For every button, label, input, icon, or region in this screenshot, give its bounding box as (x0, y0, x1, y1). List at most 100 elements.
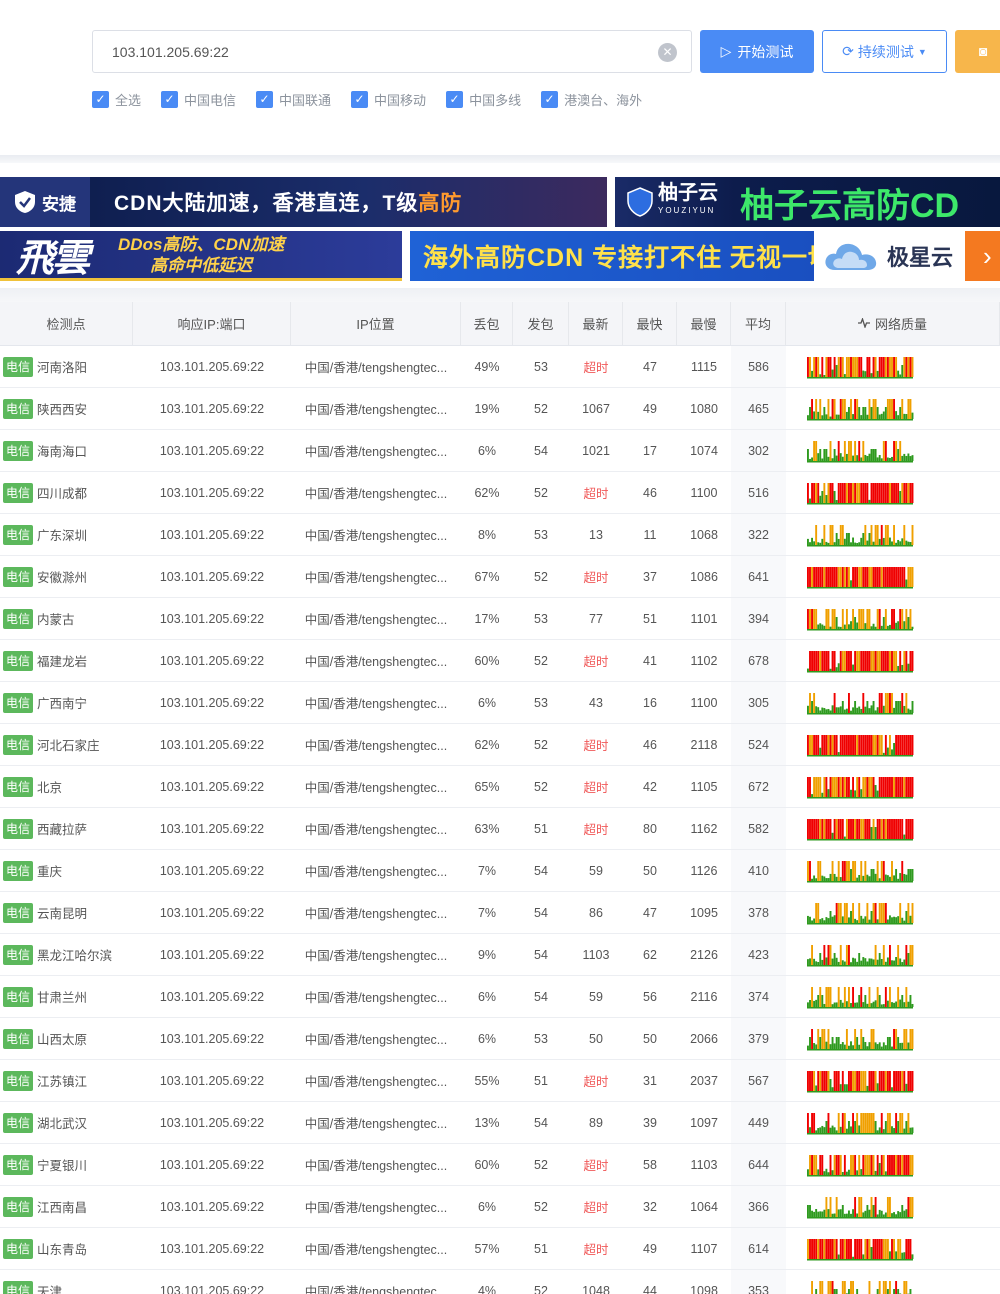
quality-sparkline (807, 944, 914, 966)
table-row[interactable]: 电信 四川成都 103.101.205.69:22 中国/香港/tengshengte… (0, 472, 1000, 514)
cell-latest: 77 (569, 598, 623, 639)
table-row[interactable]: 电信 福建龙岩 103.101.205.69:22 中国/香港/tengshengte… (0, 640, 1000, 682)
filter-multiline[interactable]: ✓ 中国多线 (446, 90, 521, 109)
filter-all[interactable]: ✓ 全选 (92, 90, 141, 109)
quality-bar (856, 1238, 859, 1259)
quality-bar (897, 414, 900, 419)
clear-icon[interactable]: ✕ (658, 43, 677, 62)
header-slowest[interactable]: 最慢 (677, 302, 731, 345)
table-row[interactable]: 电信 陕西西安 103.101.205.69:22 中国/香港/tengshengte… (0, 388, 1000, 430)
table-row[interactable]: 电信 广东深圳 103.101.205.69:22 中国/香港/tengshengte… (0, 514, 1000, 556)
filter-telecom[interactable]: ✓ 中国电信 (161, 90, 236, 109)
quality-bar (841, 860, 844, 881)
quality-bar (819, 542, 822, 545)
quality-bar (884, 692, 887, 713)
cell-sent: 52 (513, 388, 569, 429)
header-ip[interactable]: 响应IP:端口 (133, 302, 291, 345)
filter-mobile[interactable]: ✓ 中国移动 (351, 90, 426, 109)
isp-badge: 电信 (3, 1154, 34, 1175)
quality-bar (899, 608, 902, 629)
header-latest[interactable]: 最新 (569, 302, 623, 345)
table-row[interactable]: 电信 江苏镇江 103.101.205.69:22 中国/香港/tengshengte… (0, 1060, 1000, 1102)
quality-bar (852, 986, 854, 1007)
cell-location-value: 中国/香港/tengshengtec... (304, 571, 448, 585)
quality-bar (878, 1238, 881, 1259)
table-row[interactable]: 电信 内蒙古 103.101.205.69:22 中国/香港/tengshengtec… (0, 598, 1000, 640)
cell-location-value: 中国/香港/tengshengtec... (304, 1243, 448, 1257)
filter-unicom[interactable]: ✓ 中国联通 (256, 90, 331, 109)
table-row[interactable]: 电信 山西太原 103.101.205.69:22 中国/香港/tengshengte… (0, 1018, 1000, 1060)
quality-bar (815, 1129, 818, 1133)
checkbox-icon[interactable]: ✓ (541, 91, 559, 108)
screenshot-button[interactable]: ◙ (955, 30, 1000, 73)
quality-bar (850, 710, 852, 713)
quality-bar (868, 398, 871, 419)
continuous-test-button[interactable]: ⟳ 持续测试 ▼ (822, 30, 947, 73)
quality-bar (874, 734, 877, 755)
quality-bar (827, 1280, 830, 1294)
table-row[interactable]: 电信 湖北武汉 103.101.205.69:22 中国/香港/tengshengte… (0, 1102, 1000, 1144)
ad-banner-overseas-cdn[interactable]: 海外高防CDN 专接打不住 无视一切攻击 (410, 231, 814, 281)
quality-bar (827, 542, 830, 545)
ad-banner-jixingyun[interactable]: 极星云 › (815, 231, 1000, 281)
header-average[interactable]: 平均 (731, 302, 786, 345)
target-input-value[interactable]: 103.101.205.69:22 (112, 44, 229, 60)
ad-banner-anjie[interactable]: 安捷 CDN大陆加速，香港直连，T级高防 (0, 177, 607, 227)
table-row[interactable]: 电信 河南洛阳 103.101.205.69:22 中国/香港/tengshengte… (0, 346, 1000, 388)
cell-ip: 103.101.205.69:22 (133, 1018, 291, 1059)
table-row[interactable]: 电信 重庆 103.101.205.69:22 中国/香港/tengshengtec.… (0, 850, 1000, 892)
table-row[interactable]: 电信 北京 103.101.205.69:22 中国/香港/tengshengtec.… (0, 766, 1000, 808)
table-row[interactable]: 电信 云南昆明 103.101.205.69:22 中国/香港/tengshengte… (0, 892, 1000, 934)
table-row[interactable]: 电信 河北石家庄 103.101.205.69:22 中国/香港/tengshengt… (0, 724, 1000, 766)
ad-banner-feiyun[interactable]: 飛雲 DDos高防、CDN加速 高命中低延迟 (0, 231, 402, 281)
quality-bar (837, 1254, 840, 1259)
header-fastest[interactable]: 最快 (623, 302, 677, 345)
cell-latest: 86 (569, 892, 623, 933)
header-loss[interactable]: 丢包 (461, 302, 513, 345)
start-test-button[interactable]: ▷ 开始测试 (700, 30, 814, 73)
cell-loss: 49% (461, 346, 513, 387)
ad-banner-youziyun[interactable]: 柚子云 YOUZIYUN 柚子云高防CD (615, 177, 1000, 227)
table-row[interactable]: 电信 黑龙江哈尔滨 103.101.205.69:22 中国/香港/tengsheng… (0, 934, 1000, 976)
quality-bar (858, 1238, 861, 1259)
quality-bar (843, 566, 846, 587)
checkbox-icon[interactable]: ✓ (446, 91, 464, 108)
checkbox-icon[interactable]: ✓ (256, 91, 274, 108)
quality-bar (817, 566, 820, 587)
target-input[interactable]: 103.101.205.69:22 ✕ (92, 30, 692, 73)
table-row[interactable]: 电信 海南海口 103.101.205.69:22 中国/香港/tengshengte… (0, 430, 1000, 472)
quality-bar (882, 902, 885, 923)
checkbox-icon[interactable]: ✓ (351, 91, 369, 108)
cell-latest: 1021 (569, 430, 623, 471)
quality-bar (833, 1042, 836, 1049)
table-row[interactable]: 电信 安徽滁州 103.101.205.69:22 中国/香港/tengshengte… (0, 556, 1000, 598)
table-row[interactable]: 电信 山东青岛 103.101.205.69:22 中国/香港/tengshengte… (0, 1228, 1000, 1270)
header-sent[interactable]: 发包 (513, 302, 569, 345)
checkbox-icon[interactable]: ✓ (92, 91, 109, 108)
quality-bar (866, 874, 869, 881)
header-quality[interactable]: 网络质量 (786, 302, 1000, 345)
table-row[interactable]: 电信 宁夏银川 103.101.205.69:22 中国/香港/tengshengte… (0, 1144, 1000, 1186)
cell-fastest: 49 (623, 388, 677, 429)
quality-bar (848, 1210, 850, 1217)
cell-fastest: 41 (623, 640, 677, 681)
quality-bar (845, 650, 848, 671)
cell-fastest: 51 (623, 598, 677, 639)
quality-bar (831, 524, 834, 545)
table-row[interactable]: 电信 天津 103.101.205.69:22 中国/香港/tengshengtec.… (0, 1270, 1000, 1294)
table-row[interactable]: 电信 甘肃兰州 103.101.205.69:22 中国/香港/tengshengte… (0, 976, 1000, 1018)
checkbox-icon[interactable]: ✓ (161, 91, 179, 108)
quality-bar (866, 356, 869, 377)
table-header: 检测点 响应IP:端口 IP位置 丢包 发包 最新 最快 最慢 平均 网络质量 (0, 302, 1000, 346)
filter-overseas[interactable]: ✓ 港澳台、海外 (541, 90, 642, 109)
table-row[interactable]: 电信 广西南宁 103.101.205.69:22 中国/香港/tengshengte… (0, 682, 1000, 724)
header-location[interactable]: IP位置 (291, 302, 461, 345)
quality-bar (819, 952, 822, 965)
quality-bar (862, 692, 865, 713)
table-row[interactable]: 电信 江西南昌 103.101.205.69:22 中国/香港/tengshengte… (0, 1186, 1000, 1228)
cell-latest-value: 1021 (582, 443, 610, 458)
header-node[interactable]: 检测点 (0, 302, 133, 345)
table-row[interactable]: 电信 西藏拉萨 103.101.205.69:22 中国/香港/tengshengte… (0, 808, 1000, 850)
quality-bar (852, 537, 854, 545)
quality-bar (845, 608, 848, 629)
